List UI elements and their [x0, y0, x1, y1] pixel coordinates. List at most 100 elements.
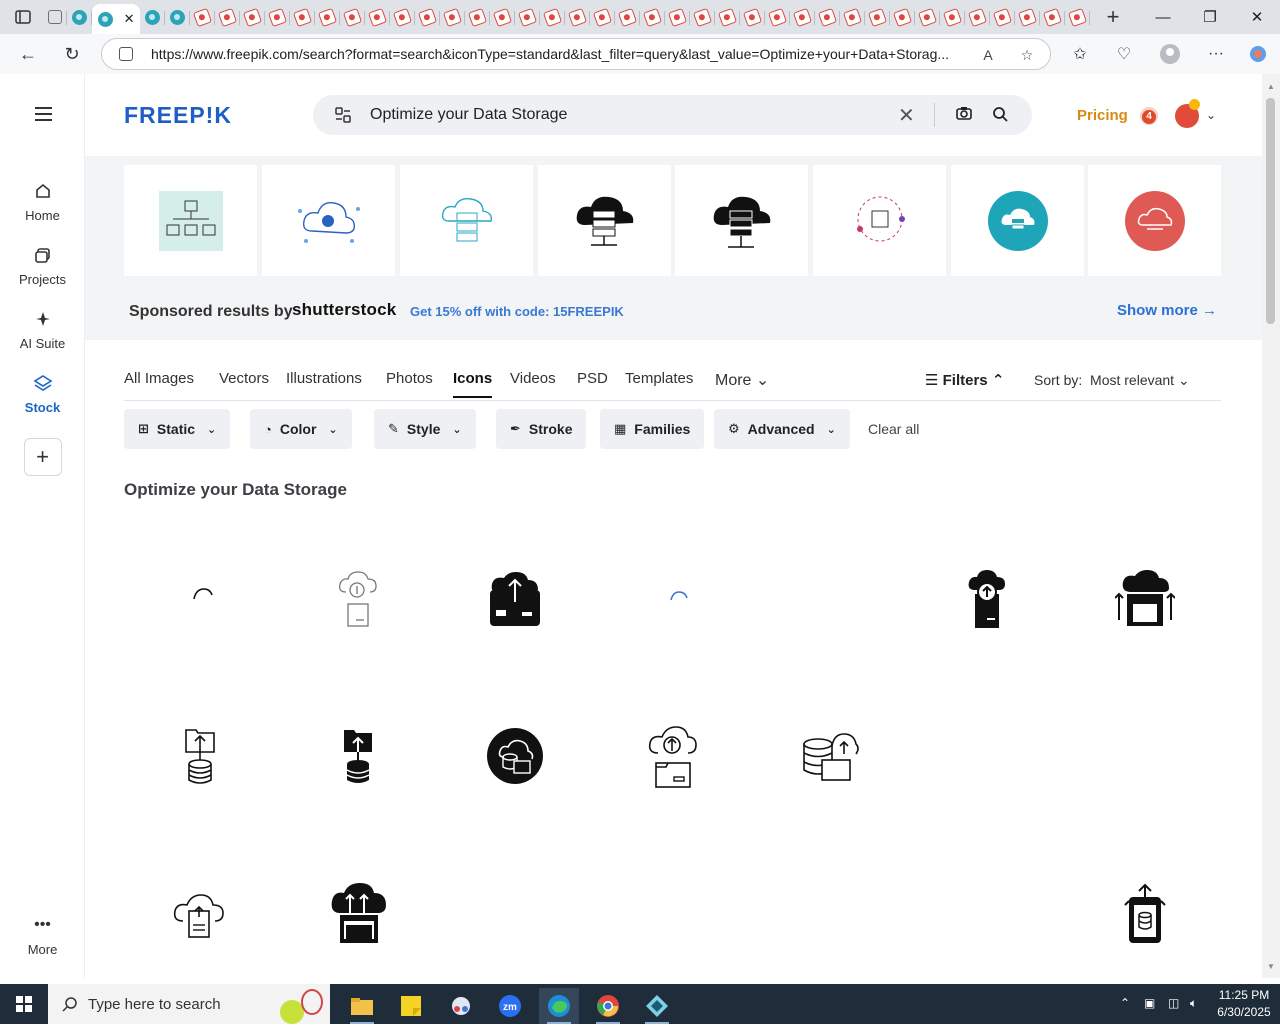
result-icon-cloud-phone-upload[interactable]	[957, 568, 1017, 632]
page-scrollbar[interactable]: ▲ ▼	[1262, 74, 1280, 978]
browser-tab[interactable]	[465, 3, 490, 31]
result-icon-cloud-upload-file[interactable]	[328, 568, 388, 632]
shutterstock-logo[interactable]: shutterstock	[292, 300, 396, 320]
browser-tab[interactable]	[740, 3, 765, 31]
browser-tab[interactable]	[965, 3, 990, 31]
rail-home[interactable]: Home	[0, 180, 85, 223]
sponsored-thumbnail[interactable]	[951, 165, 1084, 276]
wifi-icon[interactable]: ◫	[1168, 996, 1179, 1010]
browser-tab[interactable]	[215, 3, 240, 31]
favorites-icon[interactable]: ✩	[1066, 40, 1094, 68]
site-info-icon[interactable]	[119, 47, 133, 61]
minimize-button[interactable]: —	[1140, 0, 1186, 34]
browser-tab[interactable]	[540, 3, 565, 31]
browser-tab[interactable]	[67, 3, 92, 31]
filter-chip-static[interactable]: ⊞ Static ⌄	[124, 409, 231, 449]
result-icon-cloud-folder-solid[interactable]	[485, 568, 545, 632]
result-icon-folder-database-outline[interactable]	[170, 724, 230, 788]
search-bar[interactable]: Optimize your Data Storage ✕	[313, 95, 1032, 135]
search-icon[interactable]	[992, 106, 1008, 126]
result-icon-cloud-loading[interactable]	[170, 564, 230, 628]
browser-tab[interactable]	[615, 3, 640, 31]
browser-tab[interactable]	[390, 3, 415, 31]
tab-templates[interactable]: Templates	[625, 370, 693, 387]
browser-tab[interactable]	[590, 3, 615, 31]
result-icon-cloud-folder-upload-solid[interactable]	[328, 882, 388, 946]
browser-tab[interactable]	[490, 3, 515, 31]
filter-chip-style[interactable]: ✎ Style ⌄	[374, 409, 476, 449]
browser-tab[interactable]	[340, 3, 365, 31]
chrome-icon[interactable]	[588, 988, 628, 1024]
address-bar[interactable]: https://www.freepik.com/search?format=se…	[101, 38, 1051, 70]
result-icon-cloud-document[interactable]	[170, 882, 230, 946]
edge-browser-icon[interactable]	[539, 988, 579, 1024]
freepik-logo[interactable]: FREEP!K	[124, 102, 232, 129]
sponsored-thumbnail[interactable]	[400, 165, 533, 276]
filter-chip-stroke[interactable]: ✒ Stroke	[496, 409, 587, 449]
browser-tab[interactable]	[515, 3, 540, 31]
browser-tab[interactable]	[765, 3, 790, 31]
network-alert-icon[interactable]: ▣	[1144, 996, 1155, 1010]
browser-tab[interactable]	[865, 3, 890, 31]
browser-tab[interactable]	[840, 3, 865, 31]
result-icon-phone-database-upload[interactable]	[1115, 882, 1175, 946]
profile-icon[interactable]	[1156, 40, 1184, 68]
tab-videos[interactable]: Videos	[510, 370, 556, 387]
tab-photos[interactable]: Photos	[386, 370, 433, 387]
camera-search-icon[interactable]	[956, 106, 972, 124]
system-clock[interactable]: 11:25 PM 6/30/2025	[1214, 987, 1274, 1021]
browser-tab[interactable]	[990, 3, 1015, 31]
browser-tab[interactable]	[690, 3, 715, 31]
browser-tab[interactable]	[290, 3, 315, 31]
browser-essentials-icon[interactable]: ♡	[1110, 40, 1138, 68]
rail-stock[interactable]: Stock	[0, 372, 85, 415]
browser-tab[interactable]	[42, 3, 67, 31]
browser-tab[interactable]	[890, 3, 915, 31]
taskbar-search-box[interactable]: Type here to search	[48, 984, 330, 1024]
browser-tab[interactable]	[140, 3, 165, 31]
settings-more-icon[interactable]: ···	[1202, 40, 1230, 68]
sponsored-thumbnail[interactable]	[124, 165, 257, 276]
show-hidden-icons-icon[interactable]: ⌃	[1120, 996, 1130, 1010]
scroll-up-icon[interactable]: ▲	[1267, 82, 1275, 91]
browser-tab[interactable]	[1040, 3, 1065, 31]
browser-tab[interactable]	[240, 3, 265, 31]
tab-illustrations[interactable]: Illustrations	[286, 370, 362, 387]
app-diamond-icon[interactable]	[637, 988, 677, 1024]
snipping-tool-icon[interactable]	[441, 988, 481, 1024]
browser-tab[interactable]	[315, 3, 340, 31]
windows-start-icon[interactable]	[16, 996, 32, 1012]
new-tab-button[interactable]: +	[1098, 4, 1128, 30]
rail-add[interactable]: +	[0, 438, 85, 482]
file-explorer-icon[interactable]	[342, 988, 382, 1024]
tab-vectors[interactable]: Vectors	[219, 370, 269, 387]
browser-tab[interactable]	[565, 3, 590, 31]
sponsored-thumbnail[interactable]	[813, 165, 946, 276]
search-type-icon[interactable]	[335, 107, 351, 123]
sponsored-thumbnail[interactable]	[1088, 165, 1221, 276]
filter-chip-advanced[interactable]: ⚙ Advanced ⌄	[714, 409, 850, 449]
volume-icon[interactable]: 🔈︎	[1190, 996, 1197, 1011]
tab-icons[interactable]: Icons	[453, 370, 493, 398]
search-input[interactable]: Optimize your Data Storage	[370, 106, 567, 124]
browser-tab[interactable]	[715, 3, 740, 31]
rail-projects[interactable]: Projects	[0, 244, 85, 287]
clear-all-link[interactable]: Clear all	[868, 421, 919, 437]
result-icon-cloud-folder-arrows[interactable]	[1115, 568, 1175, 632]
sort-dropdown[interactable]: Sort by: Most relevant ⌄	[1034, 372, 1190, 389]
browser-tab[interactable]	[815, 3, 840, 31]
sponsored-thumbnail[interactable]	[538, 165, 671, 276]
restore-button[interactable]: ❐	[1187, 0, 1233, 34]
favorite-star-icon[interactable]: ☆	[1017, 45, 1037, 65]
browser-tab[interactable]	[1015, 3, 1040, 31]
browser-tab[interactable]	[915, 3, 940, 31]
browser-tab[interactable]	[365, 3, 390, 31]
read-aloud-icon[interactable]: A	[978, 45, 998, 65]
clear-search-icon[interactable]: ✕	[898, 103, 915, 128]
tab-actions-icon[interactable]	[10, 4, 36, 30]
filter-chip-color[interactable]: ◔ Color ⌄	[250, 409, 352, 449]
browser-tab[interactable]	[440, 3, 465, 31]
result-icon-database-cloud-folder[interactable]	[800, 724, 860, 788]
browser-tab[interactable]	[415, 3, 440, 31]
filters-toggle[interactable]: ☰ Filters ⌃	[925, 371, 1004, 389]
